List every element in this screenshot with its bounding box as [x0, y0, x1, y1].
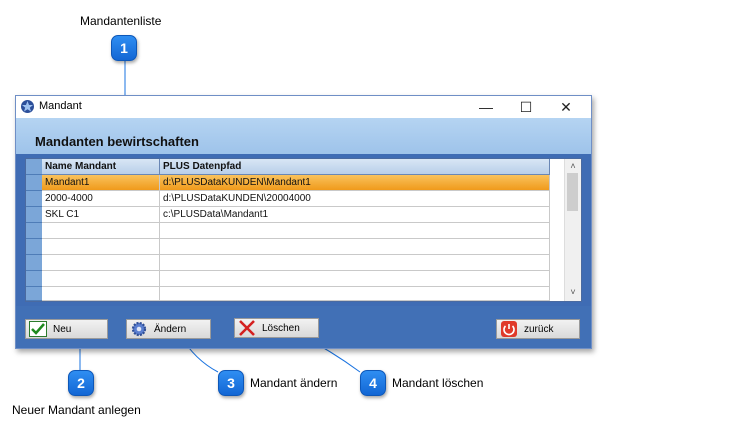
row-selector[interactable] — [26, 207, 42, 223]
column-header-name[interactable]: Name Mandant — [42, 159, 160, 175]
close-button[interactable]: ✕ — [546, 96, 586, 118]
zurueck-button-label: zurück — [524, 323, 554, 335]
aendern-button[interactable]: Ändern — [126, 319, 211, 339]
checkmark-icon — [29, 321, 47, 337]
app-icon — [21, 100, 34, 113]
callout-1: 1 — [111, 35, 137, 61]
annotation-top-label: Mandantenliste — [80, 14, 162, 28]
row-selector[interactable] — [26, 191, 42, 207]
callout-4: 4 — [360, 370, 386, 396]
vertical-scrollbar[interactable]: ˄ ˅ — [564, 159, 581, 301]
cell-name[interactable] — [42, 255, 160, 271]
callout-3-label: Mandant ändern — [250, 376, 338, 390]
cell-path[interactable] — [160, 271, 550, 287]
callout-2-label: Neuer Mandant anlegen — [12, 403, 141, 417]
cell-name[interactable] — [42, 239, 160, 255]
zurueck-button[interactable]: zurück — [496, 319, 580, 339]
cell-name[interactable] — [42, 271, 160, 287]
row-selector[interactable] — [26, 287, 42, 301]
row-selector[interactable] — [26, 239, 42, 255]
mandanten-table: Name Mandant PLUS Datenpfad Mandant1 d:\… — [25, 158, 582, 302]
page-title: Mandanten bewirtschaften — [35, 134, 199, 149]
scroll-up-icon[interactable]: ˄ — [565, 159, 581, 173]
aendern-button-label: Ändern — [154, 323, 187, 335]
row-selector[interactable] — [26, 175, 42, 191]
row-selector[interactable] — [26, 255, 42, 271]
maximize-button[interactable]: ☐ — [506, 96, 546, 118]
scroll-down-icon[interactable]: ˅ — [565, 285, 581, 299]
callout-2: 2 — [68, 370, 94, 396]
header-panel: Mandanten bewirtschaften — [16, 118, 591, 154]
callout-4-label: Mandant löschen — [392, 376, 484, 390]
cell-path[interactable] — [160, 255, 550, 271]
scroll-thumb[interactable] — [567, 173, 578, 211]
loeschen-button[interactable]: Löschen — [234, 318, 319, 338]
cell-name[interactable]: Mandant1 — [42, 175, 160, 191]
row-selector-header — [26, 159, 42, 175]
button-bar: Neu Ändern Löschen zurück — [16, 306, 591, 348]
power-icon — [500, 321, 518, 337]
cell-path[interactable]: d:\PLUSDataKUNDEN\20004000 — [160, 191, 550, 207]
cell-path[interactable]: c:\PLUSData\Mandant1 — [160, 207, 550, 223]
neu-button-label: Neu — [53, 323, 72, 335]
cell-path[interactable] — [160, 287, 550, 301]
cell-path[interactable] — [160, 223, 550, 239]
delete-x-icon — [238, 320, 256, 336]
column-header-path[interactable]: PLUS Datenpfad — [160, 159, 550, 175]
cell-name[interactable]: SKL C1 — [42, 207, 160, 223]
cell-name[interactable]: 2000-4000 — [42, 191, 160, 207]
title-bar: Mandant — ☐ ✕ — [16, 96, 591, 118]
row-selector[interactable] — [26, 271, 42, 287]
gear-icon — [130, 321, 148, 337]
cell-name[interactable] — [42, 223, 160, 239]
loeschen-button-label: Löschen — [262, 322, 300, 334]
cell-path[interactable]: d:\PLUSDataKUNDEN\Mandant1 — [160, 175, 550, 191]
neu-button[interactable]: Neu — [25, 319, 108, 339]
cell-name[interactable] — [42, 287, 160, 301]
mandant-window: Mandant — ☐ ✕ Mandanten bewirtschaften N… — [15, 95, 592, 349]
window-title: Mandant — [39, 100, 82, 112]
row-selector[interactable] — [26, 223, 42, 239]
callout-3: 3 — [218, 370, 244, 396]
cell-path[interactable] — [160, 239, 550, 255]
minimize-button[interactable]: — — [466, 96, 506, 118]
